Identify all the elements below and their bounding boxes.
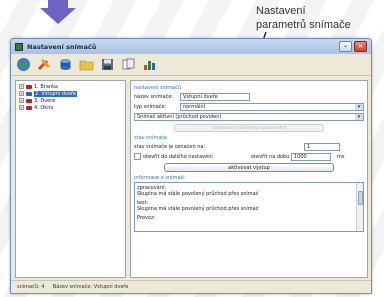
log-entry-body: Skupina má stále povolený průchod přes s… (137, 206, 259, 212)
callout-line-1: Nastavení (256, 5, 306, 17)
sensor-icon (26, 84, 32, 89)
advanced-settings-button[interactable]: nastavení rozšířených parametrů (174, 124, 324, 132)
decorative-arrow-icon (40, 0, 76, 24)
toolbar (11, 54, 371, 76)
tree-item[interactable]: + 1. Branka (19, 83, 122, 90)
section-title-info: informace o snímači (134, 175, 185, 181)
copy-icon[interactable] (120, 57, 136, 73)
folder-icon[interactable] (78, 57, 94, 73)
expand-icon[interactable]: + (19, 105, 24, 110)
delay-row: otevřít do dalšího nastavení otevřít na … (134, 152, 364, 161)
name-label: název snímače: (134, 93, 174, 100)
log-entry-body: Skupina má stále povolený průchod přes s… (137, 191, 259, 197)
chart-icon[interactable] (141, 57, 157, 73)
open-checkbox[interactable] (134, 153, 141, 160)
type-value: normální (183, 103, 206, 110)
expand-icon[interactable]: + (19, 84, 24, 89)
sensor-settings-panel: nastavení snímačů název snímače: Vstupní… (130, 80, 368, 278)
settings-window: Nastavení snímačů – ✕ + 1. Branka + 2. V… (10, 38, 372, 294)
sensor-icon (26, 91, 32, 96)
sensor-icon (26, 98, 32, 103)
log-scrollbar[interactable] (356, 183, 363, 231)
state-label: stav snímače je označen na: (134, 143, 206, 150)
mode-select[interactable]: Snímač aktivní (průchod povolen) ▾ (134, 112, 364, 121)
expand-icon[interactable]: + (19, 98, 24, 103)
callout-label: Nastavení parametrů snímače (256, 4, 374, 32)
close-button[interactable]: ✕ (354, 41, 367, 52)
type-select[interactable]: normální ▾ (180, 102, 364, 111)
expand-icon[interactable]: + (19, 91, 24, 96)
tree-item[interactable]: + 3. Dvere (19, 97, 122, 104)
mode-row: Snímač aktivní (průchod povolen) ▾ (134, 112, 364, 121)
tools-icon[interactable] (36, 57, 52, 73)
tree-item-label: 4. Okno (34, 104, 54, 111)
section-title-state: stav snímače (134, 135, 168, 141)
state-row: stav snímače je označen na: 1 (134, 142, 364, 151)
log-entry-head: Provoz: (137, 215, 156, 221)
log-entry: test: Skupina má stále povolený průchod … (137, 200, 361, 212)
minimize-button[interactable]: – (339, 41, 352, 52)
scrollbar-thumb[interactable] (358, 191, 363, 205)
status-name: Název snímače: Vstupní dveře (52, 284, 129, 290)
title-bar: Nastavení snímačů – ✕ (11, 39, 371, 54)
type-label: typ snímače: (134, 103, 167, 110)
tree-item-selected[interactable]: + 2. Vstupní dveře (19, 90, 122, 97)
delay-input[interactable]: 1000 (291, 152, 331, 161)
activate-output-button[interactable]: aktivovat výstup (164, 163, 334, 172)
name-input[interactable]: Vstupní dveře (180, 92, 250, 101)
chevron-down-icon[interactable]: ▾ (355, 113, 363, 120)
database-icon[interactable] (57, 57, 73, 73)
tree-item-label: 3. Dvere (34, 97, 56, 104)
delay-label: otevřít na dobu (251, 153, 290, 160)
callout-line-2: parametrů snímače (256, 19, 351, 31)
delay-unit: ms (337, 153, 345, 160)
sensor-icon (26, 105, 32, 110)
type-row: typ snímače: normální ▾ (134, 102, 364, 111)
section-title-settings: nastavení snímačů (134, 85, 182, 91)
chevron-down-icon[interactable]: ▾ (355, 103, 363, 110)
window-title: Nastavení snímačů (27, 42, 97, 51)
status-bar: snímačů: 4 Název snímače: Vstupní dveře (11, 280, 371, 293)
info-log[interactable]: zpracování: Skupina má stále povolený pr… (134, 182, 364, 232)
mode-value: Snímač aktivní (průchod povolen) (137, 113, 222, 120)
status-count: snímačů: 4 (17, 284, 45, 290)
globe-icon[interactable] (15, 57, 31, 73)
sensor-tree: + 1. Branka + 2. Vstupní dveře + 3. Dver… (15, 80, 126, 278)
tree-item[interactable]: + 4. Okno (19, 104, 122, 111)
log-entry: zpracování: Skupina má stále povolený pr… (137, 185, 361, 197)
state-input[interactable]: 1 (304, 142, 340, 151)
tree-item-label: 1. Branka (34, 83, 58, 90)
checkbox-label: otevřít do dalšího nastavení (143, 153, 213, 160)
tree-item-label: 2. Vstupní dveře (34, 90, 78, 97)
name-row: název snímače: Vstupní dveře (134, 92, 364, 101)
save-icon[interactable] (99, 57, 115, 73)
log-entry: Provoz: (137, 215, 361, 221)
app-icon (15, 42, 23, 51)
